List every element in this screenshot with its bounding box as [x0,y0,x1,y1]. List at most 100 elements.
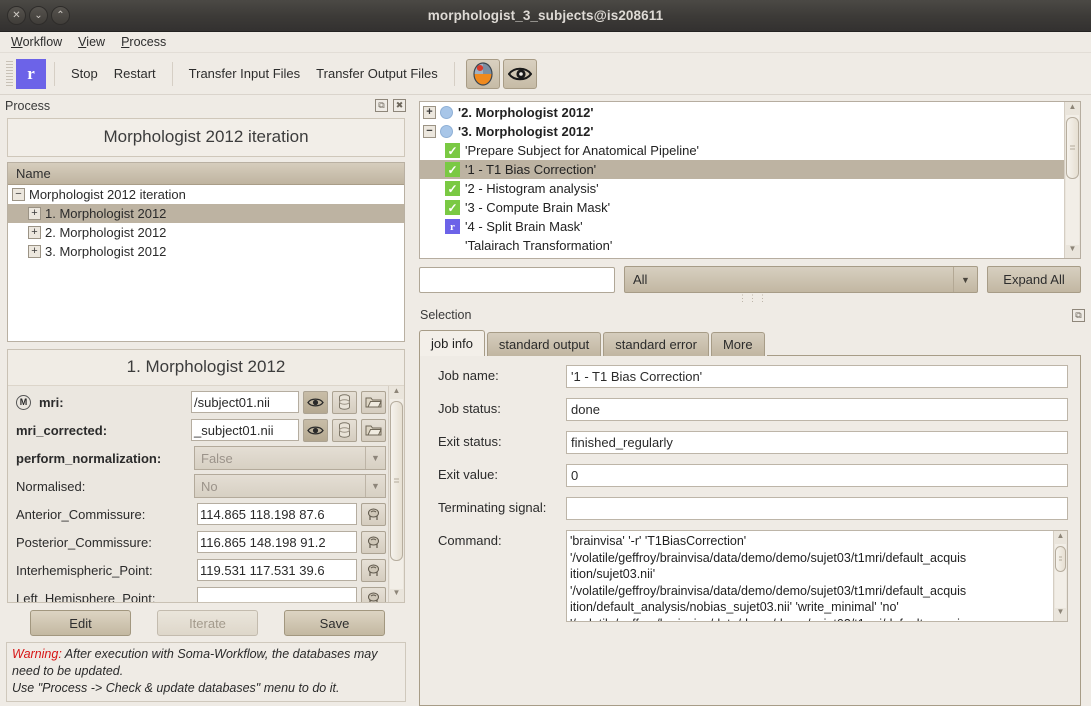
menu-workflow[interactable]: Workflow [4,33,69,52]
toolbar-separator-3 [454,62,455,86]
chevron-down-icon[interactable]: ▼ [953,267,977,292]
folder-icon[interactable] [361,419,386,442]
tab-job-info[interactable]: job info [419,330,485,356]
group-circle-icon [440,106,453,119]
folder-icon[interactable] [361,391,386,414]
parameter-label: Posterior_Commissure: [16,535,152,550]
workflow-scrollbar[interactable]: ▲ ▼ [1064,102,1080,258]
eye-icon[interactable] [303,391,328,414]
workflow-tree-row[interactable]: +'2. Morphologist 2012' [420,103,1064,122]
expand-all-button[interactable]: Expand All [987,266,1081,293]
workflow-tree-row[interactable]: −'3. Morphologist 2012' [420,122,1064,141]
scrollbar-thumb[interactable] [1055,546,1066,572]
window-titlebar: ✕ ⌄ ⌃ morphologist_3_subjects@is208611 [0,0,1091,32]
window-controls: ✕ ⌄ ⌃ [0,6,70,25]
tree-expander-icon[interactable]: − [423,125,436,138]
scroll-up-icon[interactable]: ▲ [1057,532,1065,544]
scroll-down-icon[interactable]: ▼ [393,589,401,601]
scrollbar-track[interactable] [1055,544,1066,608]
workflow-tree-row[interactable]: r'4 - Split Brain Mask' [420,217,1064,236]
scroll-down-icon[interactable]: ▼ [1057,608,1065,620]
scroll-up-icon[interactable]: ▲ [393,387,401,399]
tree-expander-icon[interactable]: + [28,226,41,239]
parameter-value-input[interactable]: /subject01.nii [191,391,299,413]
brain-coord-icon[interactable] [361,503,386,526]
parameter-value-input[interactable]: 114.865 118.198 87.6 [197,503,357,525]
command-scrollbar[interactable]: ▲ ▼ [1053,531,1067,621]
job-info-row: Exit value:0 [420,464,1080,487]
chevron-down-icon[interactable]: ▼ [365,447,385,469]
parameter-value-input[interactable]: _subject01.nii [191,419,299,441]
brainvisa-icon[interactable] [466,59,500,89]
tab-standard-error[interactable]: standard error [603,332,709,356]
edit-button[interactable]: Edit [30,610,131,636]
transfer-output-files-button[interactable]: Transfer Output Files [308,62,446,85]
job-info-value[interactable]: 0 [566,464,1068,487]
parameter-value-input[interactable] [197,587,357,602]
job-info-value[interactable]: done [566,398,1068,421]
parameter-value-input[interactable]: 119.531 117.531 39.6 [197,559,357,581]
job-info-row: Terminating signal: [420,497,1080,520]
restart-button[interactable]: Restart [106,62,164,85]
tree-expander-icon[interactable]: − [12,188,25,201]
brain-coord-icon[interactable] [361,531,386,554]
workflow-tree-row[interactable]: ✓'2 - Histogram analysis' [420,179,1064,198]
brain-coord-icon[interactable] [361,587,386,602]
workflow-tree-row[interactable]: ✓'3 - Compute Brain Mask' [420,198,1064,217]
close-dock-icon[interactable]: ✖ [393,99,406,112]
process-tree-row[interactable]: −Morphologist 2012 iteration [8,185,404,204]
float-icon[interactable]: ⧉ [1072,309,1085,322]
maximize-icon[interactable]: ⌃ [51,6,70,25]
parameter-combo[interactable]: No▼ [194,474,386,498]
anatomist-eye-icon[interactable] [503,59,537,89]
save-button[interactable]: Save [284,610,385,636]
toolbar-grip[interactable] [6,61,13,87]
tab-label: job info [431,336,473,351]
float-icon[interactable]: ⧉ [375,99,388,112]
brain-coord-icon[interactable] [361,559,386,582]
parameters-scrollbar[interactable]: ▲ ▼ [388,386,404,602]
parameter-combo[interactable]: False▼ [194,446,386,470]
scroll-down-icon[interactable]: ▼ [1069,245,1077,257]
process-tree-row[interactable]: +1. Morphologist 2012 [8,204,404,223]
transfer-input-files-button[interactable]: Transfer Input Files [181,62,309,85]
workflow-tree-row[interactable]: 'Talairach Transformation' [420,236,1064,255]
status-filter-select[interactable]: All ▼ [624,266,978,293]
database-icon[interactable] [332,419,357,442]
chevron-down-icon[interactable]: ▼ [365,475,385,497]
scroll-up-icon[interactable]: ▲ [1069,103,1077,115]
parameter-value-input[interactable]: 116.865 148.198 91.2 [197,531,357,553]
tree-expander-icon[interactable]: + [28,207,41,220]
tab-label: standard error [615,337,697,352]
workflow-tree-row-label: 'Talairach Transformation' [465,238,612,253]
menu-process[interactable]: Process [114,33,173,52]
process-tree-row[interactable]: +3. Morphologist 2012 [8,242,404,261]
menu-view[interactable]: View [71,33,112,52]
search-input[interactable] [419,267,615,293]
warning-line2: Use "Process -> Check & update databases… [12,681,339,695]
database-icon[interactable] [332,391,357,414]
stop-button[interactable]: Stop [63,62,106,85]
job-info-value[interactable]: finished_regularly [566,431,1068,454]
scrollbar-thumb[interactable] [390,401,403,561]
command-box[interactable]: 'brainvisa' '-r' 'T1BiasCorrection' '/vo… [566,530,1068,622]
scrollbar-track[interactable] [1066,115,1079,245]
parameter-row: Left_Hemisphere_Point: [8,584,388,602]
scrollbar-thumb[interactable] [1066,117,1079,179]
horizontal-splitter[interactable]: ⋮⋮⋮ [415,293,1091,304]
eye-icon[interactable] [303,419,328,442]
workflow-tree-row[interactable]: ✓'Prepare Subject for Anatomical Pipelin… [420,141,1064,160]
tree-expander-icon[interactable]: + [28,245,41,258]
job-info-label: Terminating signal: [438,497,566,515]
tab-standard-output[interactable]: standard output [487,332,601,356]
close-icon[interactable]: ✕ [7,6,26,25]
tab-more[interactable]: More [711,332,765,356]
tree-expander-icon[interactable]: + [423,106,436,119]
process-tree-row[interactable]: +2. Morphologist 2012 [8,223,404,242]
workflow-tree-row[interactable]: ✓'1 - T1 Bias Correction' [420,160,1064,179]
parameter-label: Normalised: [16,479,85,494]
job-info-value[interactable] [566,497,1068,520]
minimize-icon[interactable]: ⌄ [29,6,48,25]
job-info-value[interactable]: '1 - T1 Bias Correction' [566,365,1068,388]
scrollbar-track[interactable] [390,399,403,589]
